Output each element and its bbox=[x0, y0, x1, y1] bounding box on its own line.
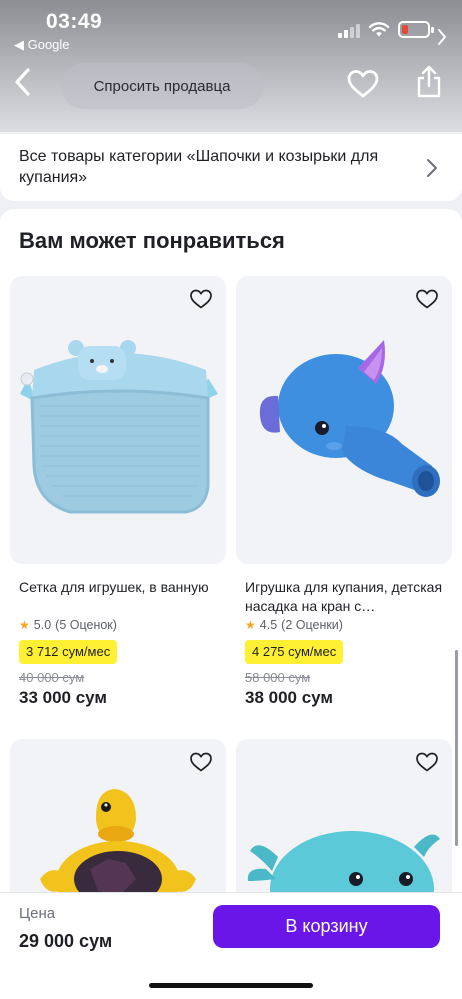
heart-icon bbox=[416, 752, 438, 772]
share-icon bbox=[417, 65, 441, 98]
product-price: 33 000 сум bbox=[19, 688, 107, 707]
category-link-label: Все товары категории «Шапочки и козырьки… bbox=[19, 148, 379, 186]
favorite-toggle[interactable] bbox=[189, 288, 213, 315]
reviews-count: (5 Оценок) bbox=[55, 618, 117, 632]
add-to-cart-button[interactable]: В корзину bbox=[213, 905, 440, 948]
ask-seller-button[interactable]: Спросить продавца bbox=[61, 63, 263, 109]
favorite-toggle[interactable] bbox=[415, 751, 439, 778]
reviews-count: (2 Оценки) bbox=[281, 618, 343, 632]
heart-icon bbox=[190, 752, 212, 772]
favorite-toggle[interactable] bbox=[189, 751, 213, 778]
back-button[interactable] bbox=[10, 64, 42, 100]
installment-badge: 4 275 сум/мес bbox=[245, 640, 344, 664]
old-price: 40 000 сум bbox=[19, 670, 85, 685]
product-price: 38 000 сум bbox=[245, 688, 333, 707]
scrollbar[interactable] bbox=[455, 650, 458, 846]
heart-icon bbox=[416, 289, 438, 309]
product-name[interactable]: Игрушка для купания, детская насадка на … bbox=[245, 578, 445, 616]
star-icon: ★ bbox=[245, 618, 256, 632]
rating-value: 5.0 bbox=[33, 618, 52, 632]
product-card[interactable] bbox=[10, 739, 226, 999]
chevron-right-icon bbox=[427, 159, 437, 177]
product-card[interactable] bbox=[236, 739, 452, 999]
product-rating: ★ 5.0 (5 Оценок) bbox=[19, 618, 117, 632]
price-label: Цена bbox=[19, 905, 56, 922]
chevron-left-icon bbox=[15, 68, 30, 96]
bottom-bar: Цена 29 000 сум В корзину bbox=[0, 892, 462, 999]
back-to-app-link[interactable]: ◀ Google bbox=[14, 37, 70, 53]
recommendations-section: Вам может понравиться Сетка для игрушек,… bbox=[0, 209, 462, 999]
product-image[interactable] bbox=[236, 276, 452, 564]
category-link[interactable]: Все товары категории «Шапочки и козырьки… bbox=[0, 134, 462, 201]
product-image[interactable] bbox=[10, 276, 226, 564]
product-rating: ★ 4.5 (2 Оценки) bbox=[245, 618, 343, 632]
home-indicator[interactable] bbox=[149, 983, 313, 988]
heart-icon bbox=[347, 70, 379, 98]
wifi-icon bbox=[368, 22, 390, 37]
top-header: 03:49 ◀ Google Спросить продавца bbox=[0, 0, 462, 132]
favorite-button[interactable] bbox=[346, 68, 380, 105]
product-name[interactable]: Сетка для игрушек, в ванную bbox=[19, 578, 219, 597]
signal-icon bbox=[338, 24, 362, 38]
old-price: 58 000 сум bbox=[245, 670, 311, 685]
status-time: 03:49 bbox=[46, 10, 103, 33]
star-icon: ★ bbox=[19, 618, 30, 632]
share-button[interactable] bbox=[414, 64, 444, 105]
battery-icon bbox=[398, 21, 434, 38]
section-title: Вам может понравиться bbox=[19, 228, 285, 253]
current-price: 29 000 сум bbox=[19, 931, 113, 951]
mesh-bag-image bbox=[20, 340, 218, 514]
product-card[interactable]: Сетка для игрушек, в ванную ★ 5.0 (5 Оце… bbox=[10, 276, 226, 716]
favorite-toggle[interactable] bbox=[415, 288, 439, 315]
product-card[interactable]: Игрушка для купания, детская насадка на … bbox=[236, 276, 452, 716]
installment-badge: 3 712 сум/мес bbox=[19, 640, 118, 664]
heart-icon bbox=[190, 289, 212, 309]
elephant-toy-image bbox=[259, 340, 440, 497]
chevron-right-icon bbox=[438, 29, 447, 45]
rating-value: 4.5 bbox=[259, 618, 278, 632]
